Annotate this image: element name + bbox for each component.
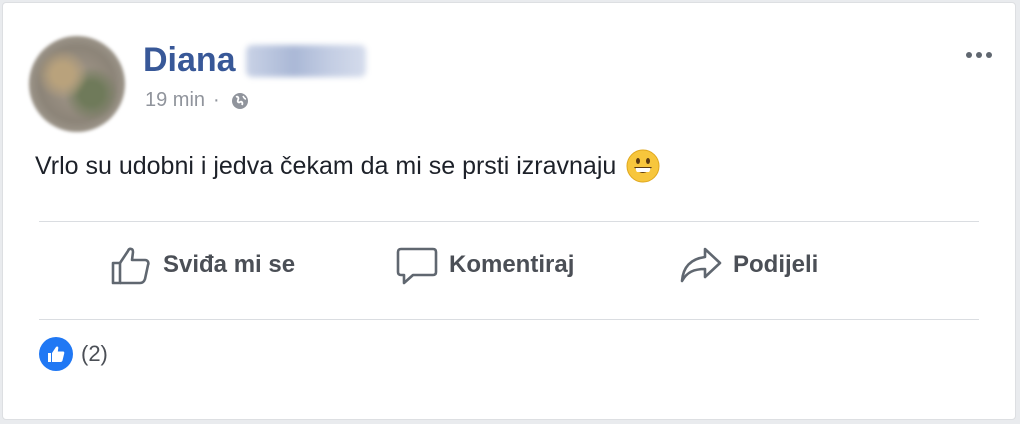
author-name[interactable]: Diana [143, 41, 236, 80]
share-button[interactable]: Podijeli [679, 243, 818, 287]
speech-bubble-icon [396, 247, 438, 285]
like-button[interactable]: Sviđa mi se [109, 243, 295, 287]
grinning-face-emoji-icon [626, 149, 660, 183]
author-surname-blurred [245, 44, 366, 77]
dot-icon [986, 52, 992, 58]
comment-label: Komentiraj [449, 251, 575, 278]
author-header: Diana [143, 41, 366, 80]
divider-bottom [39, 319, 979, 320]
meta-separator: · [213, 89, 220, 111]
share-label: Podijeli [733, 251, 819, 278]
post-text: Vrlo su udobni i jedva čekam da mi se pr… [35, 149, 660, 183]
more-options-button[interactable] [961, 43, 997, 67]
post-message: Vrlo su udobni i jedva čekam da mi se pr… [35, 151, 617, 180]
post-meta: 19 min · [145, 89, 250, 112]
dot-icon [976, 52, 982, 58]
reaction-count: (2) [81, 341, 108, 366]
action-bar: Sviđa mi se Komentiraj Podijeli [39, 233, 979, 305]
post-timestamp[interactable]: 19 min [145, 89, 205, 112]
dot-icon [966, 52, 972, 58]
share-arrow-icon [680, 247, 722, 283]
like-label: Sviđa mi se [163, 251, 296, 278]
post-card: Diana 19 min · Vrlo su udobni i jedva če… [2, 2, 1016, 420]
globe-icon[interactable] [230, 91, 250, 111]
divider-top [39, 221, 979, 222]
comment-button[interactable]: Komentiraj [395, 243, 574, 287]
author-avatar[interactable] [29, 36, 125, 132]
thumbs-up-icon [111, 247, 150, 285]
reactions-summary[interactable]: (2) [39, 337, 108, 371]
like-reaction-icon [39, 337, 73, 371]
